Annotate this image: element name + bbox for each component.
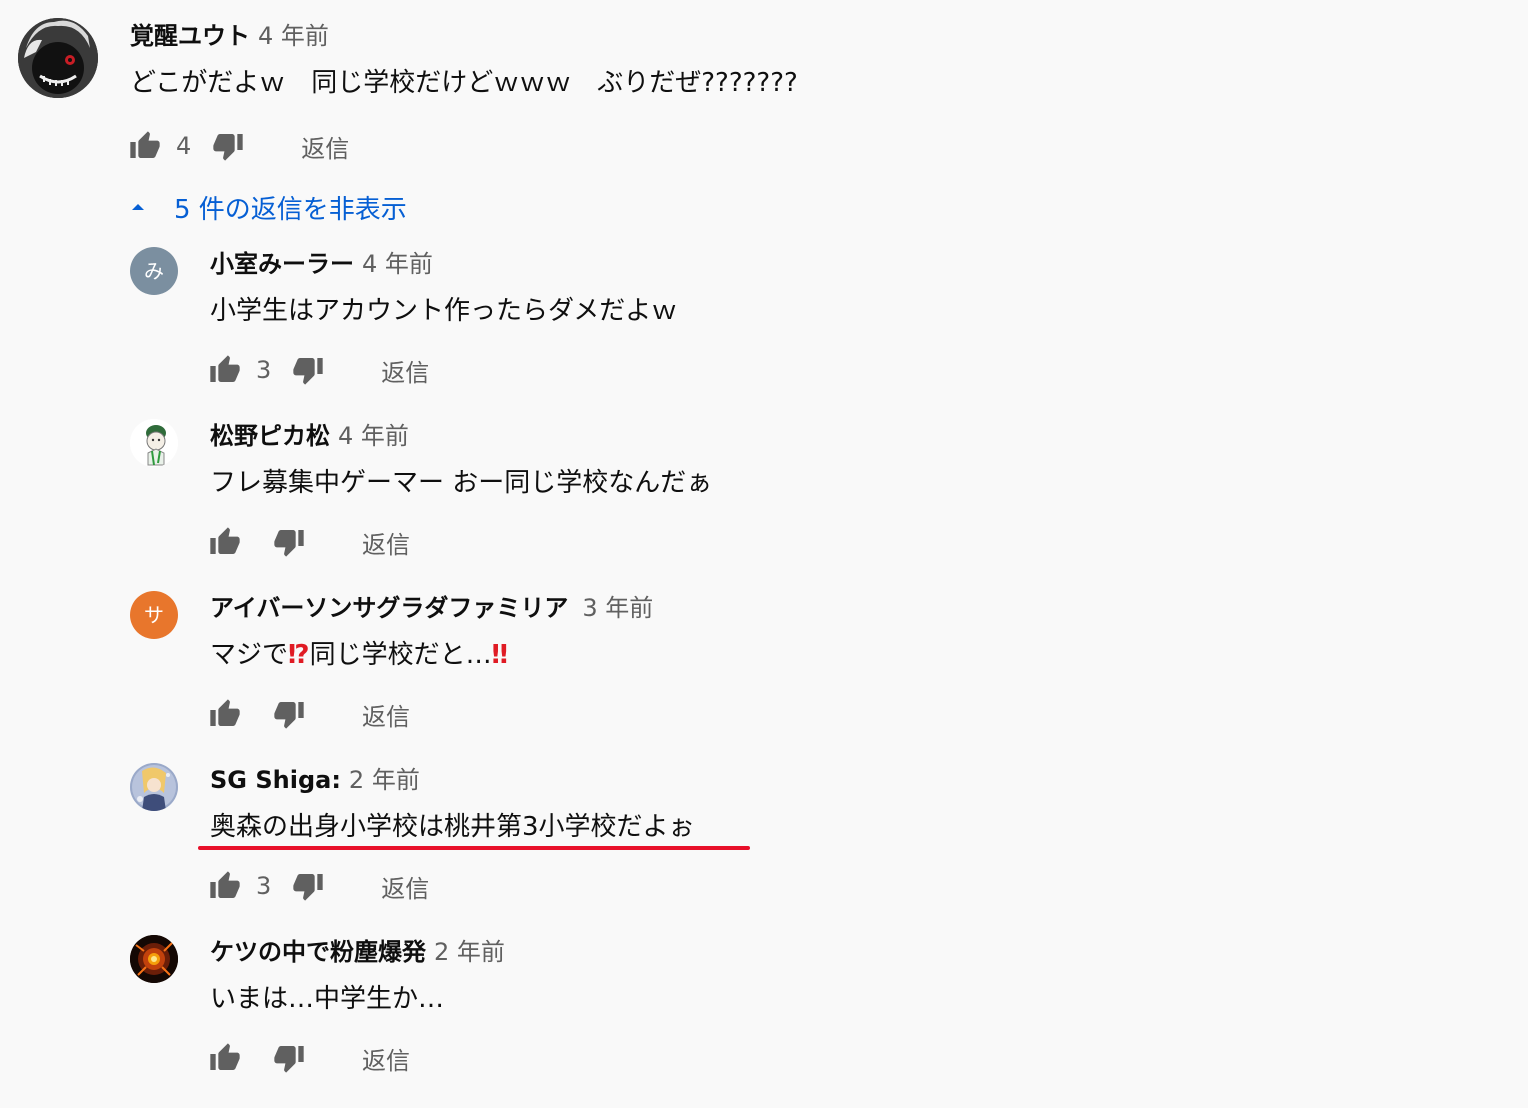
- thumbs-up-icon: [210, 699, 240, 726]
- avatar[interactable]: [130, 763, 178, 811]
- comment-thread: 覚醒ユウト 4 年前 どこがだよｗ 同じ学校だけどｗｗｗ ぶりだぜ??????? …: [0, 0, 1528, 1108]
- dislike-button[interactable]: [211, 129, 245, 163]
- comment-text: マジで⁉同じ学校だと…‼: [210, 638, 508, 672]
- avatar[interactable]: [130, 419, 178, 467]
- reply-button[interactable]: 返信: [362, 1041, 410, 1076]
- comment-text-part: マジで: [210, 640, 289, 670]
- masked-character-avatar-image: [18, 18, 98, 98]
- like-button[interactable]: [208, 525, 242, 559]
- reply-button[interactable]: 返信: [362, 697, 410, 732]
- author-name[interactable]: ケツの中で粉塵爆発: [210, 938, 426, 966]
- like-button[interactable]: [208, 697, 242, 731]
- reply-comment: 松野ピカ松 4 年前 フレ募集中ゲーマー おー同じ学校なんだぁ 返信: [0, 404, 1528, 574]
- thumbs-up-icon: [210, 527, 240, 554]
- avatar[interactable]: サ: [130, 591, 178, 639]
- reply-comment: み 小室みーラー 4 年前 小学生はアカウント作ったらダメだよｗ 3 返信: [0, 232, 1528, 402]
- thumbs-up-icon: [210, 355, 240, 382]
- double-exclamation-emoji: ‼: [491, 640, 508, 670]
- avatar[interactable]: み: [130, 247, 178, 295]
- thumbs-down-icon: [213, 134, 243, 161]
- explosion-avatar-image: [130, 935, 178, 983]
- dislike-button[interactable]: [291, 353, 325, 387]
- avatar-letter: サ: [144, 603, 164, 627]
- reply-comment: サ アイバーソンサグラダファミリア 3 年前 マジで⁉同じ学校だと…‼ 返信: [0, 576, 1528, 746]
- author-name[interactable]: 覚醒ユウト: [130, 22, 250, 50]
- author-name[interactable]: 小室みーラー: [210, 250, 354, 278]
- thumbs-down-icon: [274, 1046, 304, 1073]
- dislike-button[interactable]: [291, 869, 325, 903]
- comment-header: 松野ピカ松 4 年前: [210, 420, 409, 452]
- top-comment: 覚醒ユウト 4 年前 どこがだよｗ 同じ学校だけどｗｗｗ ぶりだぜ??????? …: [0, 0, 1528, 180]
- like-count: 3: [256, 356, 272, 384]
- comment-actions: 3 返信: [208, 350, 429, 390]
- timestamp[interactable]: 2 年前: [349, 766, 420, 794]
- thumbs-up-icon: [210, 871, 240, 898]
- reply-comment: SG Shiga: 2 年前 奥森の出身小学校は桃井第3小学校だよぉ 3 返信: [0, 748, 1528, 918]
- avatar[interactable]: [18, 18, 98, 98]
- author-name[interactable]: アイバーソンサグラダファミリア: [210, 594, 568, 622]
- reply-button[interactable]: 返信: [362, 525, 410, 560]
- comment-text-part: 同じ学校だと…: [309, 640, 492, 670]
- thumbs-down-icon: [274, 702, 304, 729]
- comment-actions: 返信: [208, 522, 410, 562]
- comment-actions: 4 返信: [128, 126, 349, 166]
- thumbs-down-icon: [274, 530, 304, 557]
- anime-character-avatar-image: [130, 763, 178, 811]
- thumbs-down-icon: [293, 358, 323, 385]
- thumbs-up-icon: [210, 1043, 240, 1070]
- interrobang-emoji: ⁉: [288, 640, 310, 670]
- author-name[interactable]: SG Shiga:: [210, 766, 341, 794]
- dislike-button[interactable]: [272, 1041, 306, 1075]
- like-button[interactable]: [208, 1041, 242, 1075]
- comment-actions: 3 返信: [208, 866, 429, 906]
- comment-text: 奥森の出身小学校は桃井第3小学校だよぉ: [210, 812, 695, 842]
- dislike-button[interactable]: [272, 697, 306, 731]
- timestamp[interactable]: 4 年前: [338, 422, 409, 450]
- caret-up-icon: [132, 204, 144, 210]
- comment-header: ケツの中で粉塵爆発 2 年前: [210, 936, 505, 968]
- like-button[interactable]: [208, 869, 242, 903]
- reply-button[interactable]: 返信: [301, 129, 349, 164]
- author-name[interactable]: 松野ピカ松: [210, 422, 330, 450]
- comment-actions: 返信: [208, 694, 410, 734]
- character-avatar-image: [130, 419, 178, 467]
- comment-text: フレ募集中ゲーマー おー同じ学校なんだぁ: [210, 468, 713, 498]
- thumbs-down-icon: [293, 874, 323, 901]
- like-button[interactable]: [128, 129, 162, 163]
- timestamp[interactable]: 4 年前: [362, 250, 433, 278]
- hide-replies-button[interactable]: 5 件の返信を非表示: [128, 188, 407, 226]
- timestamp[interactable]: 4 年前: [258, 22, 329, 50]
- red-highlight-underline: [198, 846, 750, 850]
- comment-header: 覚醒ユウト 4 年前: [130, 20, 329, 52]
- thumbs-up-icon: [130, 131, 160, 158]
- reply-comment: ケツの中で粉塵爆発 2 年前 いまは…中学生か… 返信: [0, 920, 1528, 1090]
- comment-header: SG Shiga: 2 年前: [210, 764, 420, 796]
- avatar-letter: み: [144, 259, 164, 283]
- comment-text: いまは…中学生か…: [210, 984, 445, 1014]
- dislike-button[interactable]: [272, 525, 306, 559]
- timestamp[interactable]: 3 年前: [582, 594, 653, 622]
- reply-button[interactable]: 返信: [381, 353, 429, 388]
- like-count: 3: [256, 872, 272, 900]
- hide-replies-label: 5 件の返信を非表示: [174, 194, 407, 225]
- comment-header: 小室みーラー 4 年前: [210, 248, 433, 280]
- comment-text: 小学生はアカウント作ったらダメだよｗ: [210, 296, 678, 326]
- comment-text: どこがだよｗ 同じ学校だけどｗｗｗ ぶりだぜ???????: [130, 68, 798, 98]
- reply-button[interactable]: 返信: [381, 869, 429, 904]
- timestamp[interactable]: 2 年前: [434, 938, 505, 966]
- avatar[interactable]: [130, 935, 178, 983]
- comment-header: アイバーソンサグラダファミリア 3 年前: [210, 592, 653, 624]
- comment-actions: 返信: [208, 1038, 410, 1078]
- like-button[interactable]: [208, 353, 242, 387]
- like-count: 4: [176, 132, 192, 160]
